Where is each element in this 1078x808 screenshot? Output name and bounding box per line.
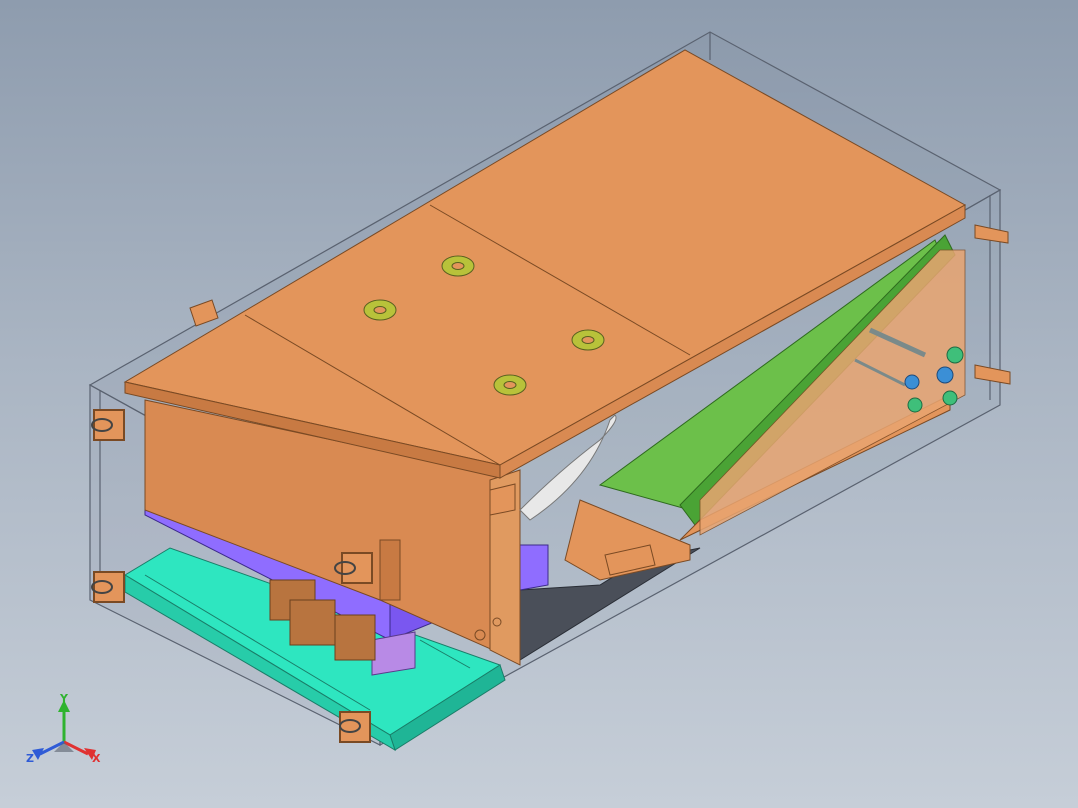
view-orientation-triad[interactable]: Y X Z (24, 690, 114, 780)
y-axis-label: Y (59, 692, 69, 705)
z-axis-label: Z (26, 752, 34, 765)
mounting-nut-icon (441, 255, 475, 277)
mounting-nut-icon (363, 299, 397, 321)
lifting-eye-icon (91, 571, 125, 603)
mounting-nut-icon (571, 329, 605, 351)
x-axis-label: X (92, 752, 101, 765)
mounting-bracket-icon (489, 483, 516, 516)
mounting-nut-icon (493, 374, 527, 396)
hvac-unit-model[interactable] (0, 0, 1078, 808)
cad-viewport[interactable]: Y X Z (0, 0, 1078, 808)
lifting-eye-icon (91, 409, 125, 441)
lifting-eye-icon (339, 711, 371, 743)
